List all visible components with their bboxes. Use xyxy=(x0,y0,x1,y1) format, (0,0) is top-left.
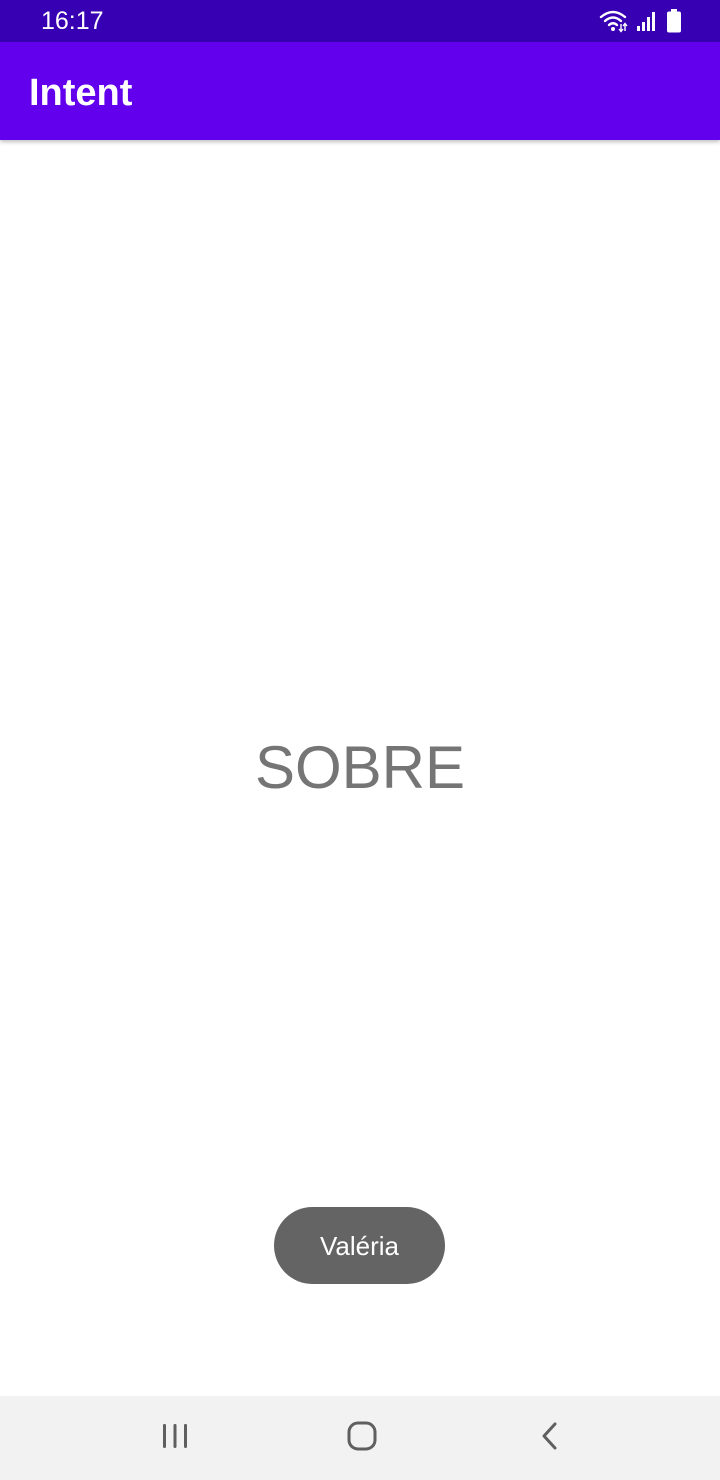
battery-icon xyxy=(666,9,682,33)
screen: 16:17 Intent SOBRE Valéria xyxy=(0,0,720,1480)
status-time: 16:17 xyxy=(41,7,104,35)
home-button[interactable] xyxy=(340,1416,384,1460)
recents-button[interactable] xyxy=(153,1416,197,1460)
toast-message: Valéria xyxy=(319,1230,399,1261)
sobre-label: SOBRE xyxy=(254,734,466,801)
navigation-bar xyxy=(0,1396,720,1480)
wifi-icon xyxy=(598,9,628,33)
status-icons xyxy=(598,8,682,34)
back-button[interactable] xyxy=(528,1416,572,1460)
home-icon xyxy=(346,1420,378,1457)
app-title: Intent xyxy=(29,72,133,114)
toast: Valéria xyxy=(274,1207,445,1284)
status-bar: 16:17 xyxy=(0,0,720,42)
signal-icon xyxy=(636,10,658,32)
app-bar: Intent xyxy=(0,42,720,140)
recents-icon xyxy=(160,1422,190,1455)
back-icon xyxy=(538,1421,562,1456)
